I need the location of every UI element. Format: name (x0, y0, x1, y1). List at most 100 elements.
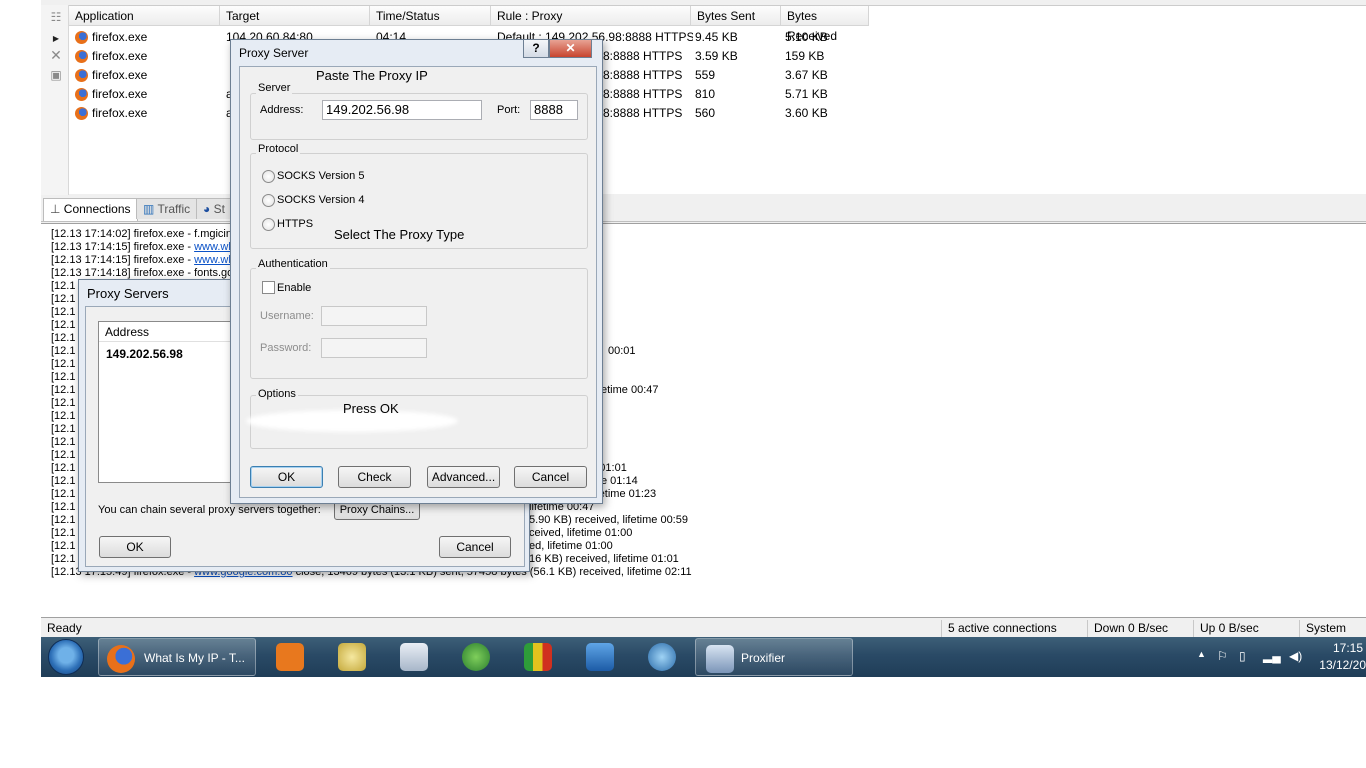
proxy-list-item[interactable]: 149.202.56.98 (106, 347, 183, 361)
log-line-tail: etime 00:47 (601, 384, 659, 396)
taskbar-firefox-label: What Is My IP - T... (144, 651, 245, 665)
password-label: Password: (260, 342, 312, 354)
socks5-radio[interactable] (262, 170, 275, 183)
show-hidden-icons-icon[interactable]: ▲ (1197, 649, 1206, 659)
log-line-text: [12.1 (51, 488, 76, 500)
expand-arrow-icon[interactable]: ▶ (49, 33, 63, 45)
volume-icon[interactable]: ◀) (1289, 649, 1302, 663)
status-download-rate: Down 0 B/sec (1087, 620, 1194, 637)
cell-application: firefox.exe (92, 30, 148, 44)
firefox-icon (75, 50, 88, 63)
action-center-flag-icon[interactable]: ⚐ (1217, 649, 1228, 663)
https-radio[interactable] (262, 218, 275, 231)
taskbar-firefox-button[interactable]: What Is My IP - T... (98, 638, 256, 676)
ok-button[interactable]: OK (99, 536, 171, 558)
charts-app-icon[interactable] (524, 643, 552, 671)
cancel-button[interactable]: Cancel (514, 466, 587, 488)
log-line: [12.1 (51, 293, 75, 306)
clock-date[interactable]: 13/12/20 (1311, 658, 1366, 672)
log-line: [12.13 17:14:15] firefox.exe - www.wh (51, 241, 234, 254)
log-line-text: [12.1 (51, 397, 76, 409)
port-label: Port: (497, 104, 521, 116)
address-input[interactable]: 149.202.56.98 (322, 100, 482, 120)
paint-app-icon[interactable] (276, 643, 304, 671)
cell-bytes-received: 3.60 KB (785, 106, 828, 120)
log-line: [12.1 (51, 514, 75, 527)
firefox-icon (107, 645, 135, 673)
socks4-radio[interactable] (262, 194, 275, 207)
log-line-text: [12.1 (51, 345, 76, 357)
password-input[interactable] (321, 338, 427, 358)
log-line-text: [12.1 (51, 514, 76, 526)
log-line-text: [12.1 (51, 384, 76, 396)
port-input[interactable]: 8888 (530, 100, 578, 120)
advanced-button[interactable]: Advanced... (427, 466, 500, 488)
log-line-link[interactable]: www.wh (194, 241, 234, 253)
log-line-tail: 5.90 KB) received, lifetime 00:59 (529, 514, 688, 526)
log-line: [12.1 (51, 371, 75, 384)
traffic-chart-icon: ▥ (143, 202, 155, 216)
speech-app-icon[interactable] (338, 643, 366, 671)
username-input[interactable] (321, 306, 427, 326)
log-line-tail: e 01:14 (601, 475, 638, 487)
log-line: [12.1 (51, 540, 75, 553)
log-line: [12.1 (51, 384, 75, 397)
enable-auth-label[interactable]: Enable (277, 282, 311, 294)
ok-button[interactable]: OK (250, 466, 323, 488)
column-header-rule-proxy[interactable]: Rule : Proxy (491, 6, 691, 26)
network-app-icon[interactable] (648, 643, 676, 671)
log-line-link[interactable]: www.wh (194, 254, 234, 266)
status-upload-rate: Up 0 B/sec (1193, 620, 1300, 637)
tab-traffic[interactable]: ▥ Traffic (136, 198, 198, 219)
log-line: [12.1 (51, 488, 75, 501)
cell-rule: 8:8888 HTTPS (603, 49, 683, 63)
check-button[interactable]: Check (338, 466, 411, 488)
cell-rule: 8:8888 HTTPS (603, 106, 683, 120)
socks4-label[interactable]: SOCKS Version 4 (277, 194, 364, 206)
log-line-text: [12.13 17:14:18] firefox.exe - fonts.goo (51, 267, 240, 279)
tab-statistics[interactable]: ◕ St (196, 198, 232, 219)
column-header-time-status[interactable]: Time/Status (370, 6, 491, 26)
options-group-label: Options (256, 388, 298, 400)
list-view-icon[interactable]: ☷ (49, 11, 63, 23)
download-app-icon[interactable] (586, 643, 614, 671)
cell-application: firefox.exe (92, 87, 148, 101)
taskbar-proxifier-button[interactable]: Proxifier (695, 638, 853, 676)
close-connection-icon[interactable]: ✕ (49, 48, 63, 62)
log-line-text: [12.13 17:14:02] firefox.exe - f.mgicinj (51, 228, 235, 240)
clock-time[interactable]: 17:15 (1311, 641, 1363, 655)
power-icon[interactable]: ▯ (1239, 649, 1246, 663)
column-header-bytes-received[interactable]: Bytes Received (781, 6, 869, 43)
tab-connections[interactable]: ⊥ Connections (43, 198, 138, 221)
log-line-text: [12.1 (51, 410, 76, 422)
help-button[interactable]: ? (523, 40, 549, 58)
cancel-button[interactable]: Cancel (439, 536, 511, 558)
cell-rule: 8:8888 HTTPS (603, 68, 683, 82)
annotation-paste-ip: Paste The Proxy IP (316, 68, 428, 83)
https-label[interactable]: HTTPS (277, 218, 313, 230)
column-header-target[interactable]: Target (220, 6, 370, 26)
close-button[interactable]: ✕ (549, 40, 592, 58)
start-button-icon[interactable] (48, 639, 84, 675)
cell-bytes-sent: 810 (695, 87, 716, 101)
calculator-icon[interactable] (400, 643, 428, 671)
log-line: [12.1 (51, 475, 75, 488)
log-line-text: [12.1 (51, 332, 76, 344)
socks5-label[interactable]: SOCKS Version 5 (277, 170, 364, 182)
kill-process-icon[interactable]: ▣ (49, 69, 63, 81)
proxifier-icon (706, 645, 734, 673)
username-label: Username: (260, 310, 314, 322)
column-header-application[interactable]: Application (69, 6, 220, 26)
enable-auth-checkbox[interactable] (262, 281, 275, 294)
cell-bytes-received: 3.67 KB (785, 68, 828, 82)
status-bar: Ready 5 active connections Down 0 B/sec … (41, 620, 1366, 637)
network-signal-icon[interactable]: ▂▄ (1263, 649, 1281, 663)
tab-label: St (213, 202, 225, 216)
server-group-label: Server (256, 82, 293, 94)
log-line-text: [12.13 17:14:15] firefox.exe - (51, 241, 195, 253)
cell-bytes-sent: 3.59 KB (695, 49, 738, 63)
sync-app-icon[interactable] (462, 643, 490, 671)
log-line: [12.1 (51, 306, 75, 319)
column-header-bytes-sent[interactable]: Bytes Sent (691, 6, 781, 26)
status-ready: Ready (47, 621, 82, 635)
